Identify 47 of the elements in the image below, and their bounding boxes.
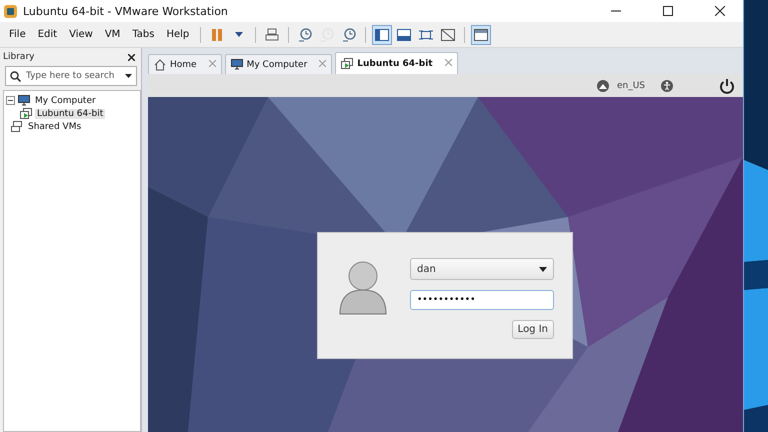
tree-item[interactable]: My Computer xyxy=(33,96,98,106)
clock-icon[interactable] xyxy=(298,28,312,42)
pause-icon[interactable] xyxy=(211,28,224,42)
language-label[interactable]: en_US xyxy=(616,80,645,90)
keyboard-icon[interactable] xyxy=(265,28,280,42)
power-icon[interactable] xyxy=(719,78,735,94)
panel-title: Library xyxy=(3,52,34,62)
login-button[interactable]: Log In xyxy=(512,320,554,339)
close-icon[interactable] xyxy=(715,6,725,16)
monitor-icon xyxy=(18,95,30,106)
tree-item[interactable]: Shared VMs xyxy=(26,122,84,132)
search-icon xyxy=(10,71,21,82)
search-field[interactable]: Type here to search xyxy=(5,66,137,86)
caret-icon[interactable] xyxy=(125,74,132,78)
console-view-icon[interactable] xyxy=(474,28,488,40)
sidebar-view-icon[interactable] xyxy=(375,28,390,40)
password-field[interactable]: ••••••••••• xyxy=(410,290,554,310)
vm-icon xyxy=(20,108,32,120)
user-avatar-icon xyxy=(338,260,388,316)
tab[interactable]: My Computer xyxy=(224,54,332,74)
caret-icon[interactable] xyxy=(235,32,244,37)
user-dropdown[interactable]: dan xyxy=(410,258,554,280)
menu-item[interactable]: File xyxy=(4,27,31,42)
unity-view-icon[interactable] xyxy=(441,28,456,40)
menu-item[interactable]: Tabs xyxy=(127,27,160,42)
caret-icon xyxy=(539,266,547,272)
menu-item[interactable]: Edit xyxy=(32,27,62,42)
accessibility-icon[interactable] xyxy=(661,80,673,92)
home-icon xyxy=(154,58,166,70)
tab[interactable]: Lubuntu 64-bit xyxy=(335,52,458,74)
menu-item[interactable]: VM xyxy=(100,27,126,42)
menu-item[interactable]: View xyxy=(64,27,98,42)
window-title: Lubuntu 64-bit - VMware Workstation xyxy=(23,4,229,18)
monitor-icon xyxy=(230,59,243,70)
vm-icon xyxy=(341,58,354,70)
maximize-icon[interactable] xyxy=(663,6,673,16)
collapse-icon[interactable] xyxy=(6,96,15,105)
app-logo-icon xyxy=(4,4,17,18)
full-screen-icon[interactable] xyxy=(419,28,434,40)
tree-item[interactable]: Lubuntu 64-bit xyxy=(35,108,106,118)
close-icon[interactable] xyxy=(128,54,135,60)
tab[interactable]: Home xyxy=(148,54,222,74)
clock-icon[interactable] xyxy=(342,28,356,42)
menu-item[interactable]: Help xyxy=(161,27,194,42)
shared-vm-icon xyxy=(11,120,23,132)
thumbnail-view-icon[interactable] xyxy=(397,28,412,40)
keyboard-layout-icon[interactable] xyxy=(596,80,609,92)
